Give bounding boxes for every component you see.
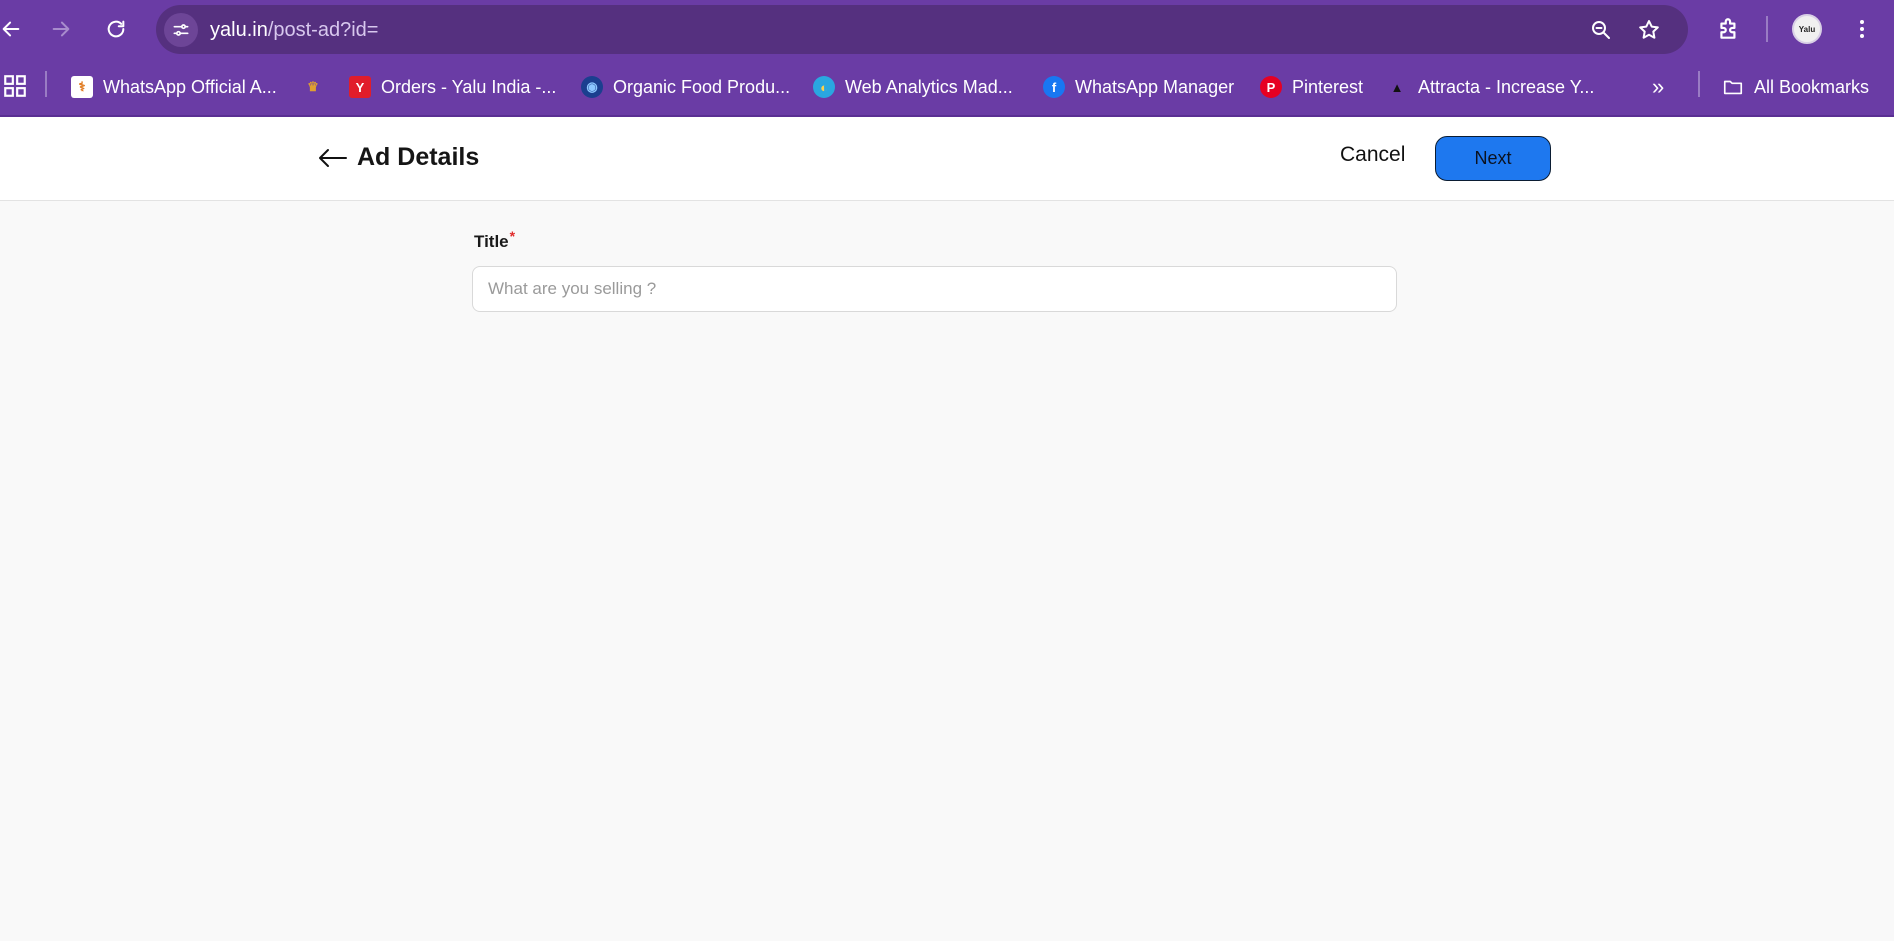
bookmarks-bar: ⚕ WhatsApp Official A... ♛ Y Orders - Ya… <box>0 58 1894 117</box>
all-bookmarks-button[interactable]: All Bookmarks <box>1722 73 1869 101</box>
back-icon[interactable] <box>0 12 28 46</box>
bookmark-pinterest[interactable]: P Pinterest <box>1260 73 1363 101</box>
cancel-button[interactable]: Cancel <box>1340 143 1405 167</box>
bookmark-favicon: ⚕ <box>71 76 93 98</box>
required-mark: * <box>509 228 516 244</box>
reload-icon[interactable] <box>99 12 133 46</box>
overflow-label: » <box>1652 74 1665 99</box>
url-path: /post-ad?id= <box>267 19 379 41</box>
forward-icon[interactable] <box>44 12 78 46</box>
all-bookmarks-label: All Bookmarks <box>1754 76 1870 97</box>
pinterest-favicon: P <box>1260 76 1282 98</box>
url-text[interactable]: yalu.in/post-ad?id= <box>210 19 378 42</box>
page-title: Ad Details <box>357 143 480 171</box>
bookmark-organic-food[interactable]: ◉ Organic Food Produ... <box>581 73 790 101</box>
title-label-text: Title <box>474 232 509 251</box>
bookmark-whatsapp-official[interactable]: ⚕ WhatsApp Official A... <box>71 73 277 101</box>
menu-icon[interactable] <box>1846 13 1878 45</box>
url-domain: yalu.in <box>210 19 268 41</box>
bookmark-label: Organic Food Produ... <box>613 76 791 97</box>
title-input[interactable] <box>472 266 1397 312</box>
avatar-text: Yalu <box>1798 24 1816 34</box>
toolbar-divider <box>1766 16 1768 42</box>
bookmark-label: Pinterest <box>1292 76 1364 97</box>
bookmark-attracta[interactable]: ▲ Attracta - Increase Y... <box>1386 73 1595 101</box>
bookmark-web-analytics[interactable]: ◐ Web Analytics Mad... <box>813 73 1013 101</box>
avatar[interactable]: Yalu <box>1792 14 1822 44</box>
globe-favicon: ◉ <box>581 76 603 98</box>
bookmarks-divider <box>1698 71 1700 97</box>
bookmark-favicon: ♛ <box>307 79 319 94</box>
bookmark-label: Attracta - Increase Y... <box>1418 76 1595 97</box>
title-label: Title* <box>474 228 515 252</box>
site-info-icon[interactable] <box>164 13 198 47</box>
bookmarks-overflow-icon[interactable]: » <box>1652 73 1664 101</box>
extensions-icon[interactable] <box>1713 13 1745 45</box>
bookmark-orders-yalu[interactable]: Y Orders - Yalu India -... <box>349 73 556 101</box>
bookmark-label: Web Analytics Mad... <box>845 76 1013 97</box>
zoom-icon[interactable] <box>1587 16 1615 44</box>
browser-toolbar: yalu.in/post-ad?id= Yalu <box>0 0 1894 58</box>
back-arrow-icon[interactable] <box>316 144 350 172</box>
ad-details-header: Ad Details Cancel Next <box>0 117 1894 201</box>
star-icon[interactable] <box>1635 16 1663 44</box>
analytics-favicon: ◐ <box>813 76 835 98</box>
bookmark-whatsapp-manager[interactable]: f WhatsApp Manager <box>1043 73 1234 101</box>
bookmark-label: Orders - Yalu India -... <box>381 76 557 97</box>
apps-icon[interactable] <box>2 72 28 100</box>
bookmarks-divider <box>45 71 47 97</box>
bookmark-label: WhatsApp Manager <box>1075 76 1235 97</box>
facebook-favicon: f <box>1043 76 1065 98</box>
yalu-favicon: Y <box>349 76 371 98</box>
address-bar[interactable]: yalu.in/post-ad?id= <box>156 5 1688 54</box>
attracta-favicon: ▲ <box>1390 79 1404 95</box>
bookmark-unnamed[interactable]: ♛ <box>302 73 324 101</box>
bookmark-label: WhatsApp Official A... <box>103 76 277 97</box>
folder-icon <box>1722 76 1744 98</box>
next-button[interactable]: Next <box>1435 136 1551 181</box>
